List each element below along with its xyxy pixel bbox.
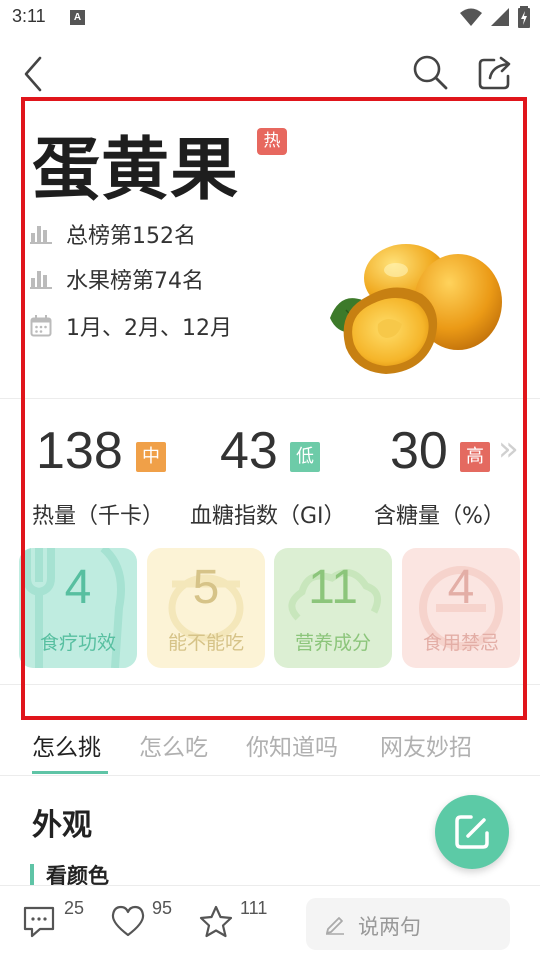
comment-input[interactable]: 说两句 [306,898,510,950]
comments-count: 25 [64,898,85,918]
rank-fruit-row[interactable]: 水果榜第74名 [30,263,204,295]
rank-fruit-text: 水果榜第74名 [66,269,204,294]
stat-sugar-tag: 高 [460,442,490,472]
nav-bar [0,40,540,106]
card-therapeutic-effects[interactable]: 4 食疗功效 [19,548,137,668]
card-can-eat-number: 5 [192,561,220,614]
rank-overall-text: 总榜第152名 [66,224,196,249]
stat-sugar[interactable]: 30 高 含糖量（%） [374,420,505,529]
active-tab-indicator [32,771,108,774]
tab-how-to-eat[interactable]: 怎么吃 [139,728,208,762]
stat-gi-value: 43 [220,422,278,480]
battery-icon [518,6,530,28]
rank-overall-row[interactable]: 总榜第152名 [30,218,196,250]
hot-badge: 热 [257,128,287,155]
share-icon[interactable] [474,52,516,94]
card-nutrition-label: 营养成分 [294,632,371,654]
bar-chart-icon [30,271,52,289]
star-icon [199,905,233,938]
divider [0,398,540,399]
likes-count: 95 [152,898,173,918]
card-taboos-label: 食用禁忌 [422,632,499,654]
signal-icon [491,8,509,26]
card-nutrition[interactable]: 11 营养成分 [274,548,392,668]
stat-gi[interactable]: 43 低 血糖指数（GI） [190,420,346,529]
card-taboos[interactable]: 4 食用禁忌 [402,548,520,668]
card-nutrition-number: 11 [308,561,358,614]
comment-icon [23,906,55,938]
season-text: 1月、2月、12月 [66,316,232,341]
status-icons [460,6,530,28]
comment-placeholder: 说两句 [358,915,421,939]
divider [0,684,540,685]
sub-title-accent [30,864,34,886]
edit-icon [455,815,489,849]
favorites-count: 111 [240,898,268,918]
card-can-eat-label: 能不能吃 [167,632,244,654]
pencil-icon [326,917,344,935]
status-bar: 3:11 A [0,0,540,36]
notification-icon: A [70,10,85,25]
stat-sugar-label: 含糖量（%） [374,504,505,529]
more-stats-arrow-icon[interactable]: » [498,432,519,466]
stat-sugar-value: 30 [390,422,448,480]
stat-gi-tag: 低 [290,442,320,472]
content-tabs: 怎么挑 怎么吃 你知道吗 网友妙招 [0,722,540,776]
calendar-icon [30,315,52,337]
stat-calories-label: 热量（千卡） [32,504,165,529]
heart-icon [111,905,145,937]
favorite-button[interactable]: 111 [198,898,288,944]
tab-user-tips[interactable]: 网友妙招 [380,728,472,762]
fruit-image [330,244,502,374]
section-title: 外观 [32,808,92,843]
back-arrow-icon[interactable] [14,54,54,94]
like-button[interactable]: 95 [110,898,180,944]
food-name: 蛋黄果 [32,131,240,210]
bottom-action-bar: 25 95 111 说两句 [0,885,540,960]
card-therapeutic-number: 4 [64,561,92,614]
card-can-eat[interactable]: 5 能不能吃 [147,548,265,668]
comments-button[interactable]: 25 [22,898,92,944]
stat-calories[interactable]: 138 中 热量（千卡） [32,420,166,529]
card-taboos-number: 4 [447,561,475,614]
status-time: 3:11 [12,6,46,26]
stat-gi-label: 血糖指数（GI） [190,504,346,529]
stat-calories-value: 138 [36,422,123,480]
stat-calories-tag: 中 [136,442,166,472]
season-row: 1月、2月、12月 [30,310,232,342]
search-icon[interactable] [410,52,450,92]
tab-how-to-choose[interactable]: 怎么挑 [32,728,101,762]
card-therapeutic-label: 食疗功效 [39,632,116,654]
tab-did-you-know[interactable]: 你知道吗 [246,728,338,762]
bar-chart-icon [30,226,52,244]
wifi-icon [460,8,482,26]
divider [0,775,540,776]
write-note-button[interactable] [435,795,509,869]
